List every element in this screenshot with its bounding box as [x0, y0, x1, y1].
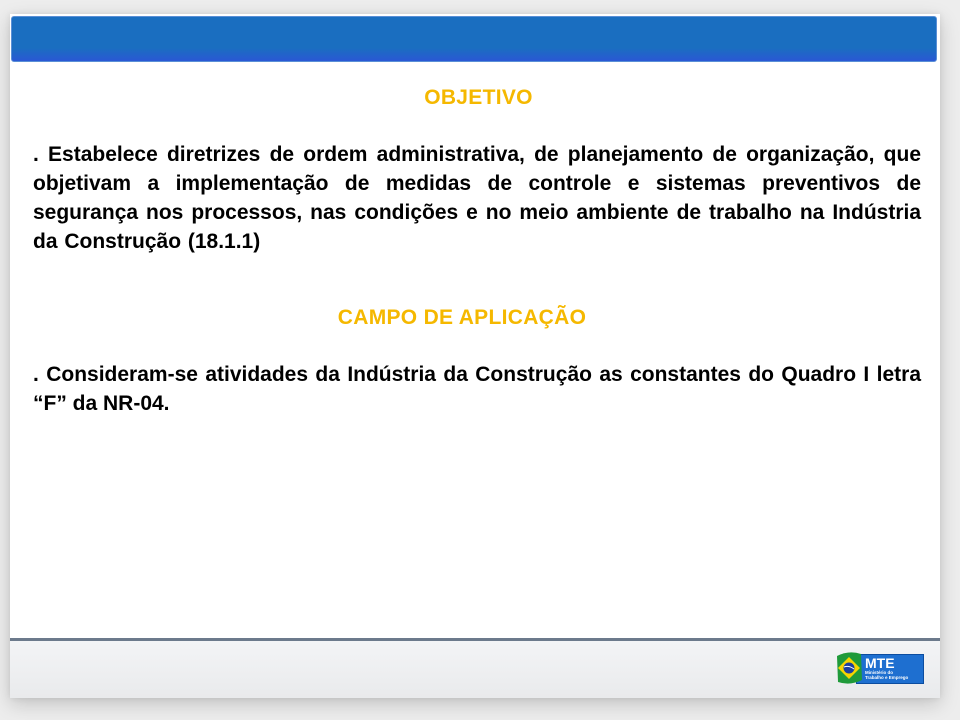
mte-logo-box: MTE Ministério do Trabalho e Emprego	[856, 654, 924, 684]
slide-content: OBJETIVO . Estabelece diretrizes de orde…	[33, 84, 921, 418]
header-bar	[11, 16, 937, 62]
campo-aplicacao-heading: CAMPO DE APLICAÇÃO	[337, 306, 587, 329]
brazil-flag-icon	[837, 652, 862, 684]
objetivo-paragraph: . Estabelece diretrizes de ordem adminis…	[33, 143, 921, 253]
campo-aplicacao-paragraph: . Consideram-se atividades da Indústria …	[33, 363, 921, 415]
mte-logo-title: MTE	[865, 655, 895, 671]
mte-logo-subtitle-line2: Trabalho e Emprego	[865, 675, 909, 680]
mte-logo-subtitle: Ministério do Trabalho e Emprego	[865, 670, 908, 680]
objetivo-heading: OBJETIVO	[424, 86, 533, 109]
mte-logo: MTE Ministério do Trabalho e Emprego	[834, 650, 924, 686]
footer	[10, 641, 940, 698]
